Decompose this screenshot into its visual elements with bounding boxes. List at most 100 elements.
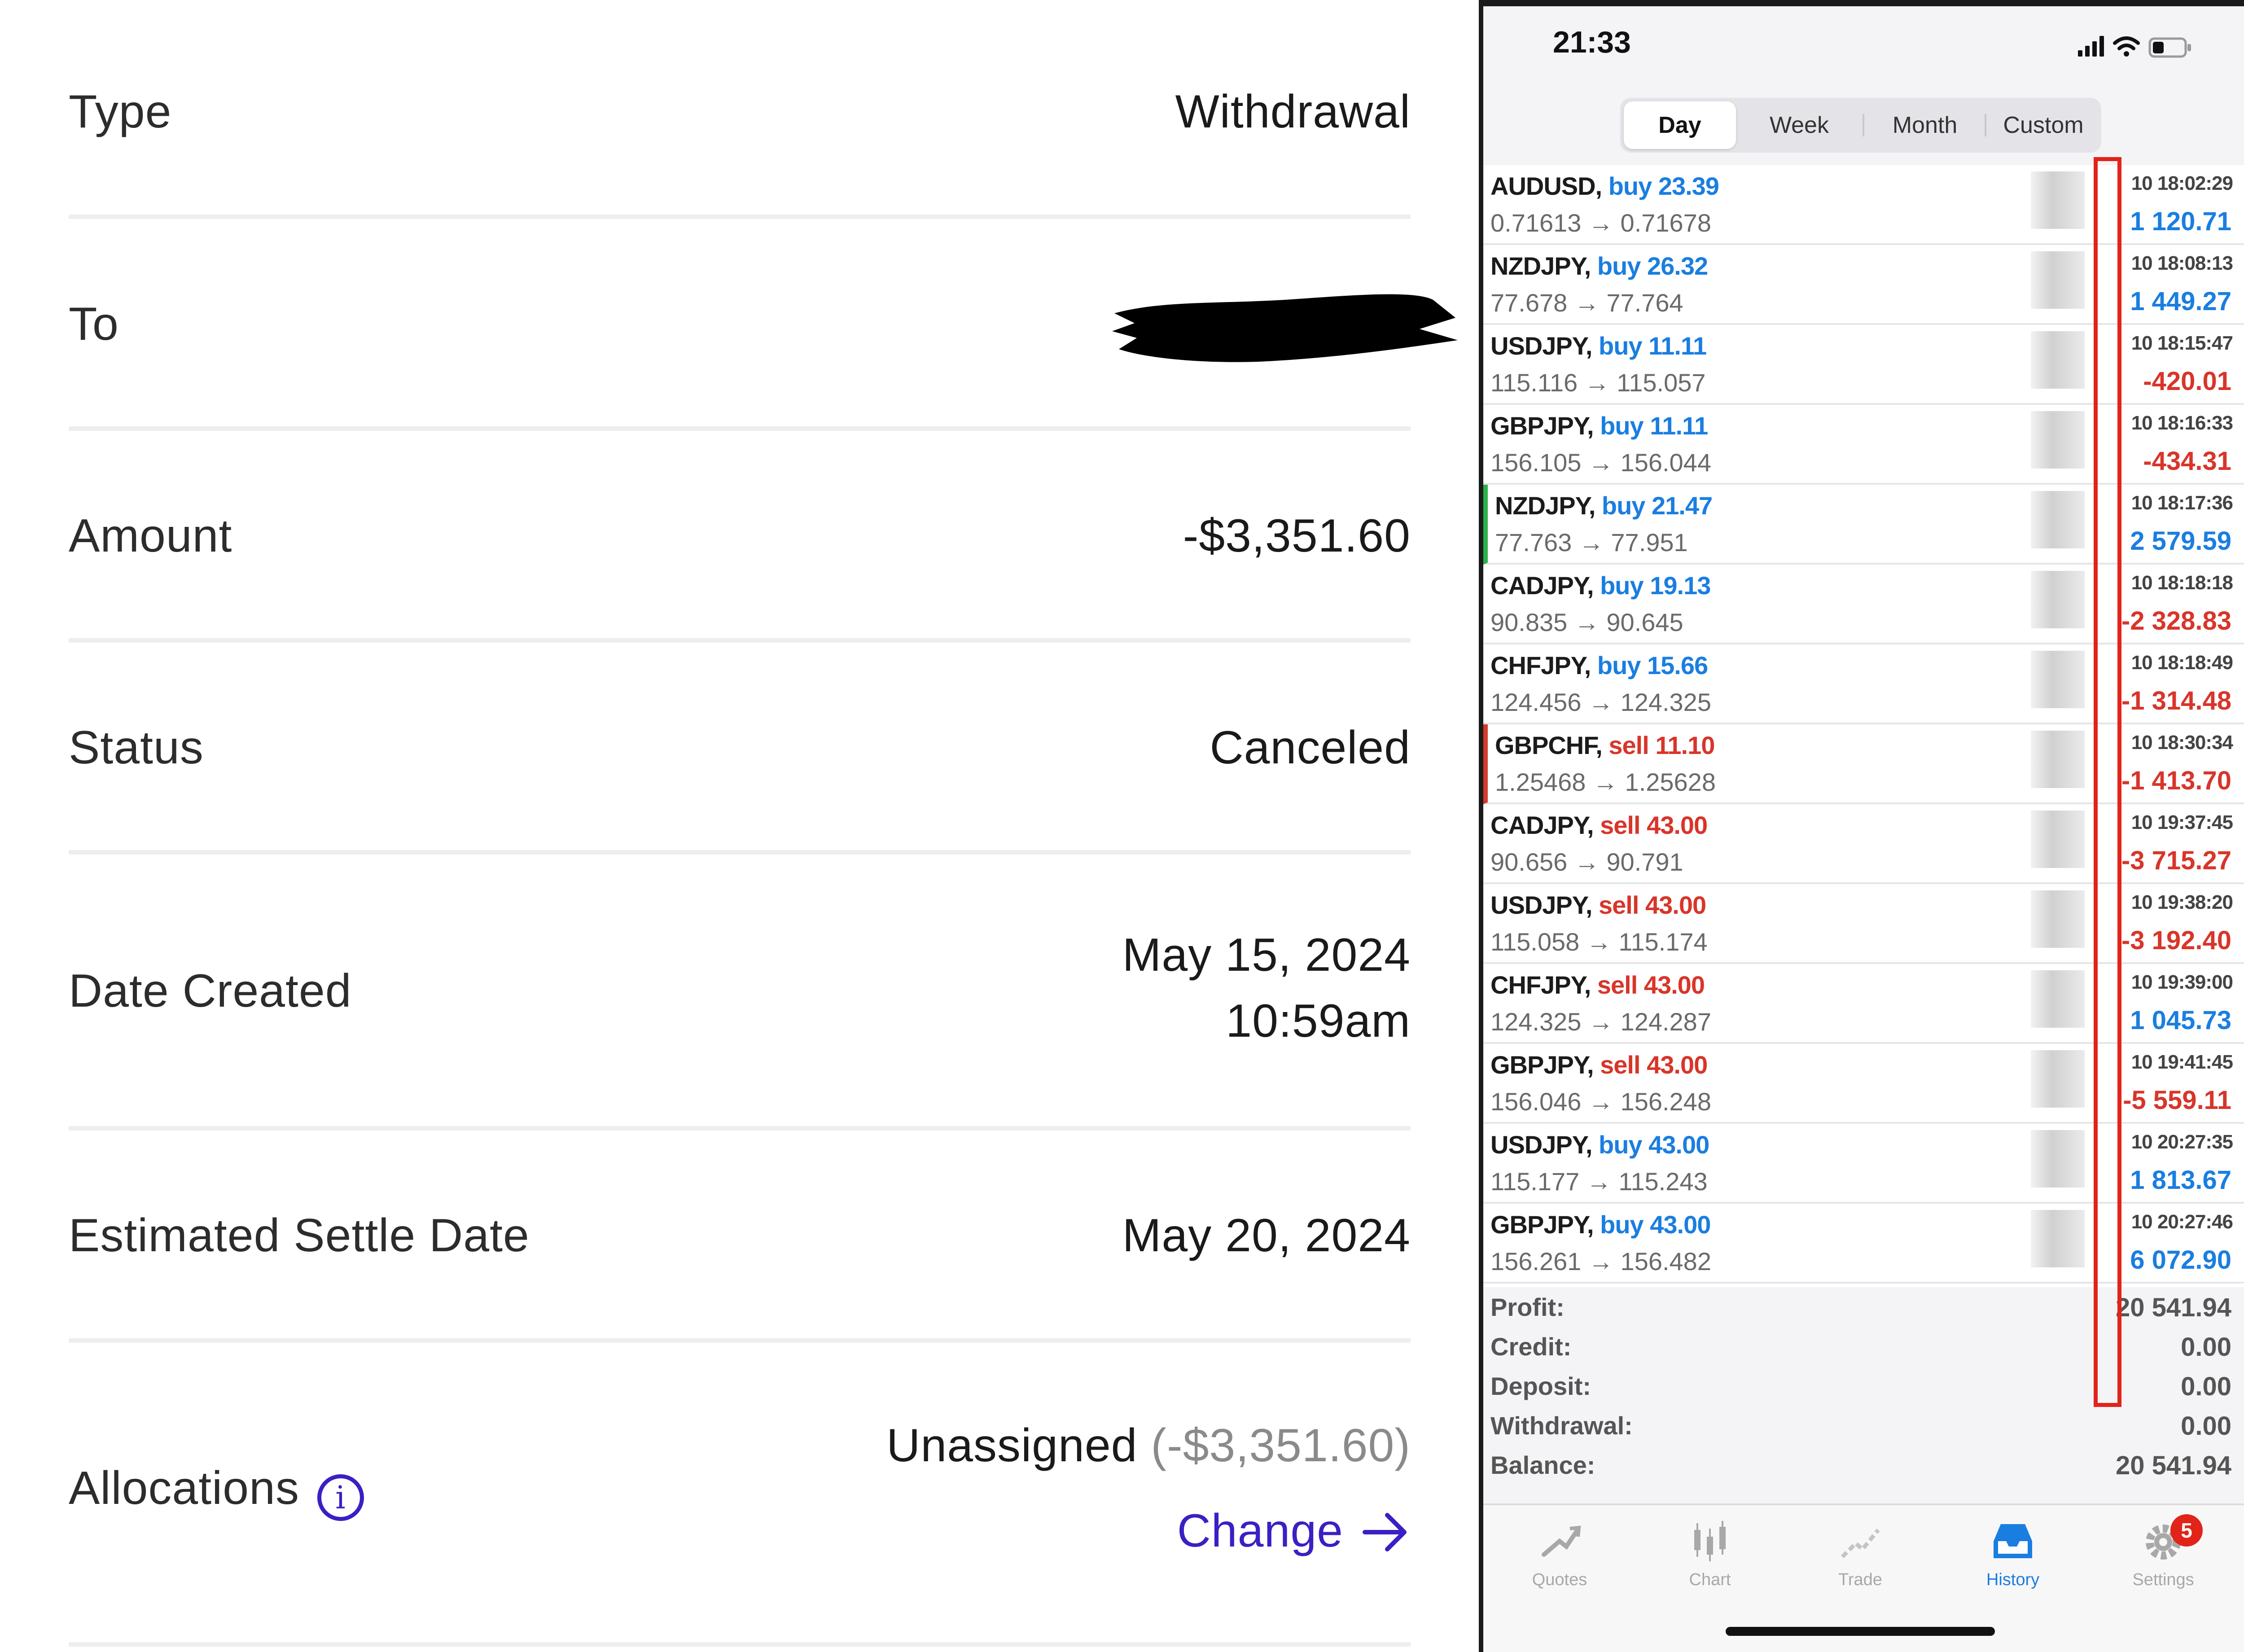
blurred-date-prefix [2031,251,2085,309]
trade-volume: 11.11 [1650,412,1708,440]
allocations-value: Unassigned [886,1420,1138,1472]
period-segmented-control: Day Week Month Custom [1620,98,2101,153]
trade-row[interactable]: NZDJPY, buy 21.47 77.763 → 77.951 10 18:17… [1483,485,2244,565]
trade-history-list: AUDUSD, buy 23.39 0.71613 → 0.71678 10 18:… [1483,165,2244,1287]
blurred-date-prefix [2031,1050,2085,1108]
trade-row[interactable]: NZDJPY, buy 26.32 77.678 → 77.764 10 18:08… [1483,245,2244,325]
blurred-date-prefix [2031,1130,2085,1188]
nav-settings[interactable]: 5 Settings [2096,1514,2231,1590]
trade-side: buy [1599,1131,1643,1159]
blurred-date-prefix [2031,970,2085,1028]
trade-prices: 77.678 → 77.764 [1490,289,1683,317]
trade-profit: 2 579.59 [2130,526,2231,556]
trade-volume: 43.00 [1645,891,1706,919]
allocations-label-wrap: Allocations i [69,1462,364,1521]
trade-row[interactable]: CHFJPY, sell 43.00 124.325 → 124.287 10 19… [1483,964,2244,1044]
date-created-time: 10:59am [1226,995,1411,1047]
trade-prices: 115.177 → 115.243 [1490,1167,1708,1196]
trade-date: 10 19:38:20 [2131,891,2233,913]
trade-symbol: GBPJPY, [1490,1210,1594,1239]
trade-title: USDJPY, buy 11.11 [1490,331,1707,360]
trade-profit: -420.01 [2143,367,2231,396]
nav-chart[interactable]: Chart [1643,1519,1777,1590]
trade-row[interactable]: USDJPY, buy 11.11 115.116 → 115.057 10 18:… [1483,325,2244,405]
trade-row[interactable]: GBPCHF, sell 11.10 1.25468 → 1.25628 10 18… [1483,724,2244,804]
trade-row[interactable]: CHFJPY, buy 15.66 124.456 → 124.325 10 18:… [1483,644,2244,724]
tab-custom[interactable]: Custom [1987,101,2099,149]
history-icon [1994,1524,2032,1558]
amount-label: Amount [69,510,232,562]
allocations-label: Allocations [69,1462,299,1514]
trade-side: buy [1600,412,1644,440]
trade-prices: 156.261 → 156.482 [1490,1247,1711,1275]
summary-row: Profit: 20 541.94 [1483,1293,2244,1332]
trade-row[interactable]: USDJPY, buy 43.00 115.177 → 115.243 10 20:… [1483,1124,2244,1204]
nav-label: Settings [2132,1570,2194,1589]
trade-profit: -1 413.70 [2121,766,2231,795]
nav-history[interactable]: History [1946,1519,2080,1590]
trade-side: sell [1600,1051,1640,1079]
trade-title: GBPJPY, buy 11.11 [1490,411,1708,440]
trade-volume: 43.00 [1650,1210,1711,1239]
trade-side: sell [1597,971,1638,999]
trade-volume: 11.10 [1655,731,1715,759]
amount-value: -$3,351.60 [1183,510,1411,562]
trade-volume: 43.00 [1648,1131,1709,1159]
allocations-value-wrap: Unassigned (-$3,351.60) [886,1419,1411,1472]
change-link[interactable]: Change [1177,1504,1411,1558]
trading-app-screenshot: 21:33 Day Week Month Custom AUDUSD, buy … [1483,0,2244,1652]
trade-prices: 115.058 → 115.174 [1490,928,1708,956]
chart-icon [1694,1521,1726,1561]
nav-trade[interactable]: Trade [1793,1519,1928,1590]
trade-symbol: CHFJPY, [1490,971,1591,999]
tab-month[interactable]: Month [1866,101,1984,149]
trade-prices: 0.71613 → 0.71678 [1490,209,1711,237]
trade-symbol: CHFJPY, [1490,651,1591,679]
trade-title: NZDJPY, buy 26.32 [1490,251,1708,280]
trade-title: GBPCHF, sell 11.10 [1495,731,1715,760]
trade-side: buy [1600,571,1644,600]
trade-volume: 11.11 [1648,332,1707,360]
allocations-amount: (-$3,351.60) [1151,1420,1411,1472]
trade-prices: 124.456 → 124.325 [1490,688,1711,716]
trade-title: CHFJPY, buy 15.66 [1490,651,1708,680]
trade-symbol: GBPJPY, [1490,1051,1594,1079]
trade-title: NZDJPY, buy 21.47 [1495,491,1713,520]
trade-row[interactable]: USDJPY, sell 43.00 115.058 → 115.174 10 19… [1483,884,2244,964]
trade-symbol: USDJPY, [1490,1131,1592,1159]
trade-prices: 90.656 → 90.791 [1490,848,1683,876]
to-label: To [69,298,119,350]
date-created-date: May 15, 2024 [1122,929,1411,981]
trade-symbol: NZDJPY, [1495,491,1595,520]
trade-profit: -434.31 [2143,447,2231,476]
trade-symbol: USDJPY, [1490,332,1592,360]
type-value: Withdrawal [1175,86,1411,138]
tab-week[interactable]: Week [1740,101,1858,149]
trade-symbol: CADJPY, [1490,811,1594,839]
summary-row: Balance: 20 541.94 [1483,1450,2244,1490]
summary-row: Withdrawal: 0.00 [1483,1411,2244,1450]
tab-day[interactable]: Day [1624,101,1736,149]
trade-row[interactable]: GBPJPY, sell 43.00 156.046 → 156.248 10 19… [1483,1044,2244,1124]
trade-row[interactable]: AUDUSD, buy 23.39 0.71613 → 0.71678 10 18:… [1483,165,2244,245]
trade-row[interactable]: GBPJPY, buy 11.11 156.105 → 156.044 10 18:… [1483,405,2244,485]
summary-value: 20 541.94 [2115,1293,2231,1322]
status-bar-icons [2078,36,2191,58]
trade-volume: 26.32 [1647,252,1708,280]
trade-title: GBPJPY, buy 43.00 [1490,1210,1711,1239]
trade-row[interactable]: GBPJPY, buy 43.00 156.261 → 156.482 10 20:… [1483,1204,2244,1284]
wifi-icon [2113,36,2140,50]
type-row: Type Withdrawal [69,0,1411,219]
trade-symbol: USDJPY, [1490,891,1592,919]
trade-row[interactable]: CADJPY, sell 43.00 90.656 → 90.791 10 19:3… [1483,804,2244,884]
settle-date-value: May 20, 2024 [1122,1209,1411,1262]
trade-profit: -1 314.48 [2121,686,2231,715]
trade-side: buy [1597,651,1641,679]
panel-divider [1479,0,1483,1652]
trade-prices: 90.835 → 90.645 [1490,608,1683,636]
trade-date: 10 19:41:45 [2131,1051,2233,1073]
info-icon[interactable]: i [317,1474,364,1521]
nav-quotes[interactable]: Quotes [1492,1519,1627,1590]
trade-profit: 1 813.67 [2130,1166,2231,1195]
trade-row[interactable]: CADJPY, buy 19.13 90.835 → 90.645 10 18:18… [1483,565,2244,644]
